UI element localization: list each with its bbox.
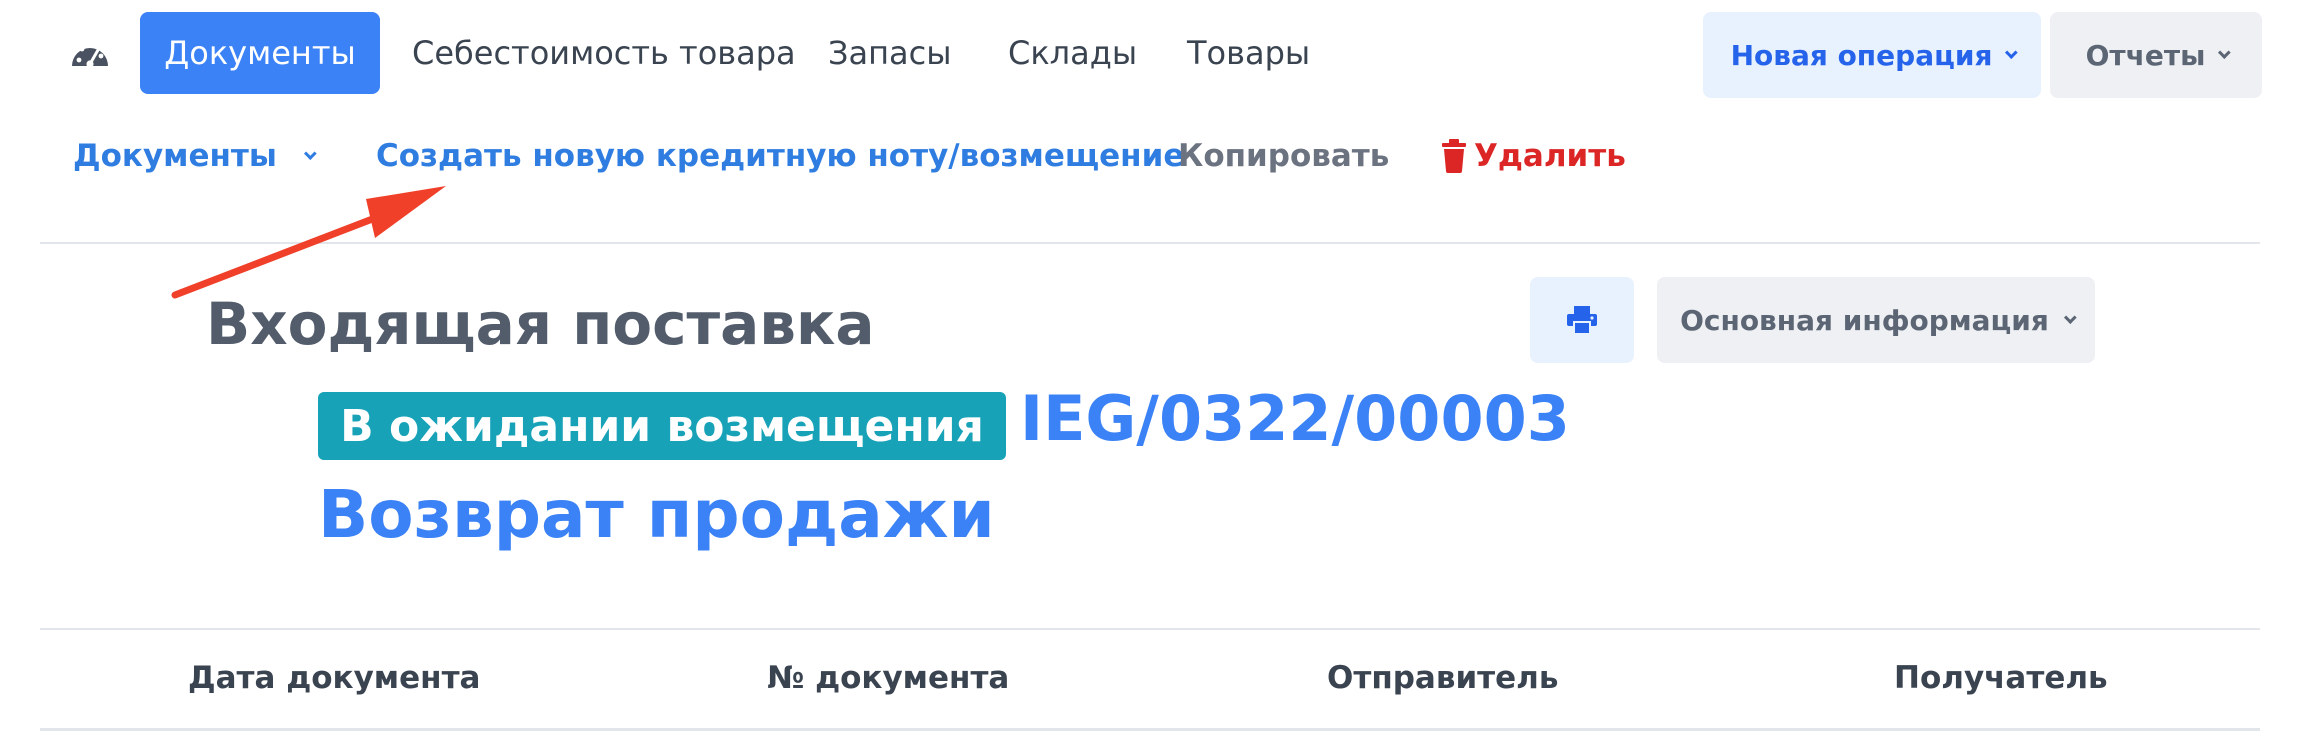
documents-dropdown[interactable]: Документы [73,138,317,174]
document-number: IEG/0322/00003 [1020,382,1570,455]
document-actions-bar: Документы Создать новую кредитную ноту/в… [0,130,2300,190]
new-operation-button[interactable]: Новая операция [1703,12,2041,98]
chevron-down-icon [2005,45,2019,59]
tab-warehouses[interactable]: Склады [1008,34,1137,72]
copy-link[interactable]: Копировать [1178,138,1389,174]
chevron-down-icon [303,146,317,160]
new-operation-label: Новая операция [1730,38,1993,72]
column-header-number[interactable]: № документа [767,660,1009,696]
chevron-down-icon [2218,45,2232,59]
delete-label: Удалить [1474,138,1626,174]
create-credit-note-link[interactable]: Создать новую кредитную ноту/возмещение [376,138,1184,174]
chevron-down-icon [2063,310,2077,324]
basic-info-dropdown[interactable]: Основная информация [1657,277,2095,363]
documents-dropdown-label: Документы [73,138,277,174]
document-type: Возврат продажи [318,476,995,553]
column-header-date[interactable]: Дата документа [188,660,480,696]
print-icon [1567,306,1597,334]
dashboard-gauge-icon[interactable] [68,36,112,72]
page-title: Входящая поставка [206,290,875,358]
divider [40,728,2260,731]
column-header-sender[interactable]: Отправитель [1327,660,1559,696]
trash-icon [1442,139,1466,173]
reports-label: Отчеты [2085,38,2206,72]
tab-documents[interactable]: Документы [140,12,380,94]
top-navigation: Документы Себестоимость товара Запасы Ск… [0,0,2300,100]
delete-link[interactable]: Удалить [1440,138,1626,174]
reports-button[interactable]: Отчеты [2050,12,2262,98]
divider [40,242,2260,244]
tab-products[interactable]: Товары [1187,34,1310,72]
print-button[interactable] [1530,277,1634,363]
tab-cost-of-goods[interactable]: Себестоимость товара [412,34,796,72]
status-badge: В ожидании возмещения [318,392,1006,460]
tab-stock[interactable]: Запасы [828,34,952,72]
basic-info-label: Основная информация [1680,303,2049,337]
documents-table-header: Дата документа № документа Отправитель П… [40,630,2260,730]
column-header-recipient[interactable]: Получатель [1894,660,2108,696]
